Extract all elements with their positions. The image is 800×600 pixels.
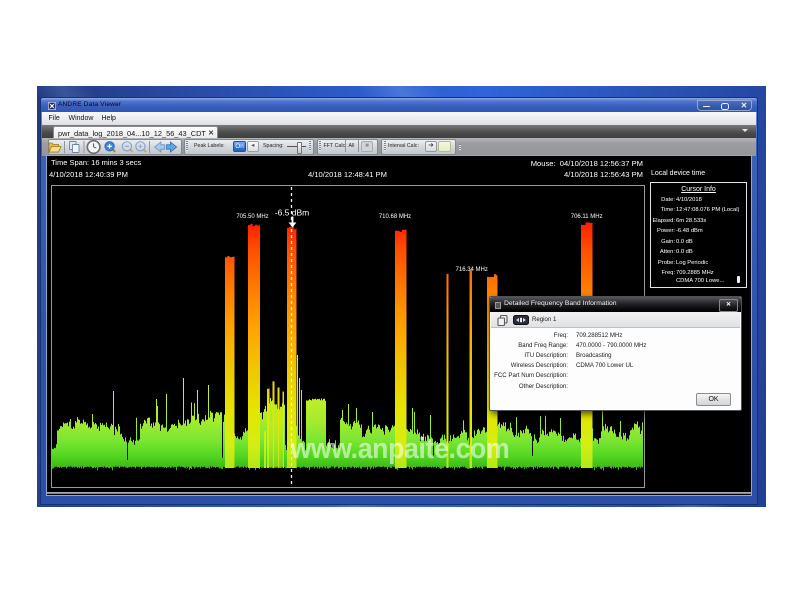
svg-text:705.50 MHz: 705.50 MHz <box>236 214 268 220</box>
svg-text:716.34 MHz: 716.34 MHz <box>456 267 488 273</box>
svg-text:710.68 MHz: 710.68 MHz <box>379 214 411 220</box>
svg-text:-6.5 dBm: -6.5 dBm <box>275 208 310 218</box>
svg-text:706.11 MHz: 706.11 MHz <box>571 214 603 220</box>
